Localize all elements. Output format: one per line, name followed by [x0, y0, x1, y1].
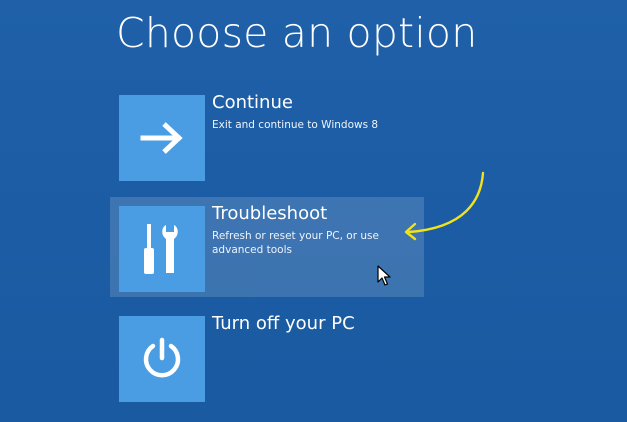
turn-off-tile[interactable]: [119, 316, 205, 402]
troubleshoot-option[interactable]: Troubleshoot Refresh or reset your PC, o…: [110, 197, 424, 297]
tools-icon: [144, 224, 178, 274]
recovery-screen: Choose an option Continue Exit and conti…: [0, 0, 627, 422]
turn-off-title: Turn off your PC: [212, 313, 355, 334]
arrow-right-icon: [140, 122, 183, 154]
troubleshoot-title: Troubleshoot: [212, 203, 328, 224]
page-title: Choose an option: [116, 9, 478, 57]
continue-description: Exit and continue to Windows 8: [212, 119, 379, 131]
troubleshoot-tile[interactable]: [119, 206, 205, 292]
power-icon: [143, 337, 181, 378]
continue-option[interactable]: Continue Exit and continue to Windows 8: [110, 86, 424, 186]
continue-title: Continue: [212, 92, 293, 113]
continue-tile[interactable]: [119, 95, 205, 181]
turn-off-option[interactable]: Turn off your PC: [110, 307, 424, 407]
troubleshoot-description: Refresh or reset your PC, or use advance…: [212, 230, 379, 256]
